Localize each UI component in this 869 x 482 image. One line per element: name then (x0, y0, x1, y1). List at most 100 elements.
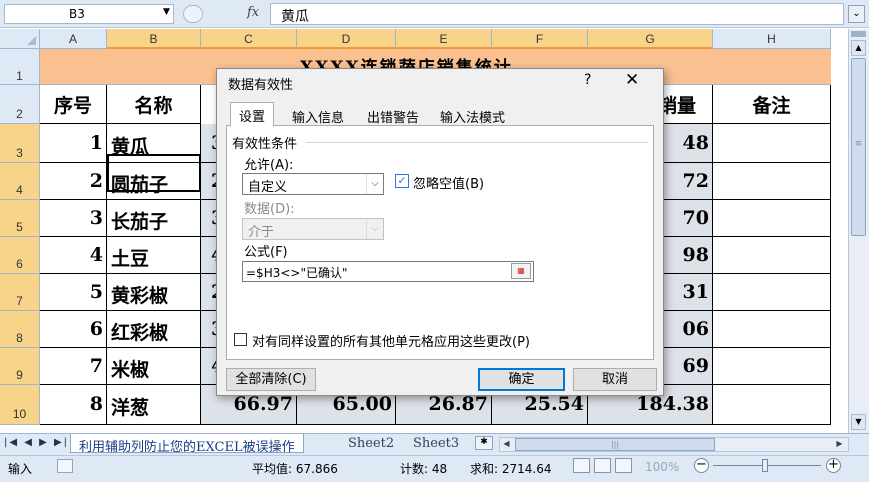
insert-sheet-icon[interactable]: ✱ (475, 436, 493, 450)
cell-notes[interactable] (713, 274, 831, 311)
cell-no[interactable]: 5 (40, 274, 107, 311)
cell-no[interactable]: 1 (40, 124, 107, 163)
name-box-dropdown-icon[interactable]: ▼ (163, 7, 170, 17)
column-header-b[interactable]: B (107, 29, 201, 49)
normal-view-icon[interactable] (573, 458, 590, 473)
cell-sales[interactable]: 31 (663, 274, 713, 311)
cell-sales[interactable]: 48 (663, 124, 713, 163)
row-header-8[interactable]: 8 (0, 311, 40, 348)
cell-notes[interactable] (713, 200, 831, 237)
cell-no[interactable]: 4 (40, 237, 107, 274)
tab-sheet3[interactable]: Sheet3 (405, 434, 467, 453)
header-cell-notes[interactable]: 备注 (713, 85, 831, 124)
cell-notes[interactable] (713, 311, 831, 348)
split-handle[interactable] (851, 31, 866, 37)
help-icon[interactable]: ? (584, 72, 591, 88)
close-icon[interactable]: ✕ (625, 70, 639, 90)
row-header-10[interactable]: 10 (0, 385, 40, 425)
column-header-d[interactable]: D (297, 29, 396, 49)
column-header-f[interactable]: F (492, 29, 588, 49)
cell-no[interactable]: 2 (40, 163, 107, 200)
cell-sales[interactable]: 72 (663, 163, 713, 200)
cell-sales[interactable]: 06 (663, 311, 713, 348)
dialog-title: 数据有效性 (228, 78, 294, 93)
tab-error-alert[interactable]: 出错警告 (359, 104, 427, 126)
tab-settings[interactable]: 设置 (230, 102, 275, 127)
chevron-down-icon[interactable]: ⌵ (366, 219, 383, 239)
cell-notes[interactable] (713, 163, 831, 200)
allow-select[interactable]: 自定义 ⌵ (242, 173, 384, 195)
cell-sales[interactable]: 70 (663, 200, 713, 237)
ignore-blank-checkbox[interactable]: ✓ (395, 174, 409, 188)
cell-name[interactable]: 黄彩椒 (107, 274, 201, 311)
group-divider (306, 142, 648, 143)
horizontal-scroll-thumb[interactable]: ||| (515, 438, 715, 451)
data-value: 介于 (248, 225, 275, 240)
apply-to-all-label[interactable]: 对有同样设置的所有其他单元格应用这些更改(P) (252, 331, 530, 350)
cell-no[interactable]: 6 (40, 311, 107, 348)
row-header-1[interactable]: 1 (0, 49, 40, 85)
tab-ime-mode[interactable]: 输入法模式 (432, 104, 513, 126)
row-header-6[interactable]: 6 (0, 237, 40, 274)
cell-name[interactable]: 土豆 (107, 237, 201, 274)
formula-input[interactable]: 黄瓜 (270, 3, 844, 25)
cell-notes[interactable] (713, 237, 831, 274)
cell-sales[interactable]: 69 (663, 348, 713, 385)
page-layout-view-icon[interactable] (594, 458, 611, 473)
column-header-h[interactable]: H (713, 29, 831, 49)
zoom-out-icon[interactable]: − (694, 458, 709, 473)
zoom-slider-knob[interactable] (762, 459, 768, 472)
zoom-in-icon[interactable]: + (826, 458, 841, 473)
data-select[interactable]: 介于 ⌵ (242, 218, 384, 240)
tab-sheet1[interactable]: 利用辅助列防止您的EXCEL被误操作 (70, 434, 304, 455)
scroll-down-icon[interactable]: ▼ (851, 414, 866, 430)
tab-sheet2[interactable]: Sheet2 (340, 434, 402, 453)
ok-button[interactable]: 确定 (478, 368, 565, 391)
name-box[interactable]: B3 (4, 4, 174, 24)
cell-no[interactable]: 3 (40, 200, 107, 237)
column-header-a[interactable]: A (40, 29, 107, 49)
scroll-up-icon[interactable]: ▲ (851, 40, 866, 56)
zoom-level[interactable]: 100% (645, 460, 679, 474)
scroll-right-icon[interactable]: ▶ (832, 437, 847, 452)
formula-bar-resize-handle[interactable] (183, 5, 203, 23)
ignore-blank-label[interactable]: 忽略空值(B) (413, 173, 484, 192)
column-header-c[interactable]: C (201, 29, 297, 49)
tab-navigation-arrows-icon[interactable]: |◀ ◀ ▶ ▶| (4, 437, 69, 448)
apply-to-all-checkbox[interactable] (234, 333, 247, 346)
row-header-5[interactable]: 5 (0, 200, 40, 237)
tab-input-message[interactable]: 输入信息 (284, 104, 352, 126)
row-header-3[interactable]: 3 (0, 124, 40, 163)
macro-record-icon[interactable] (57, 459, 73, 473)
header-cell-no[interactable]: 序号 (40, 85, 107, 124)
chevron-down-icon[interactable]: ⌵ (366, 174, 383, 194)
cell-sales[interactable]: 98 (663, 237, 713, 274)
column-header-e[interactable]: E (396, 29, 492, 49)
row-header-4[interactable]: 4 (0, 163, 40, 200)
row-header-2[interactable]: 2 (0, 85, 40, 124)
expand-formula-bar-icon[interactable]: ⌄ (848, 5, 865, 23)
insert-function-icon[interactable]: fx (247, 5, 259, 20)
cell-notes[interactable] (713, 124, 831, 163)
select-all-corner[interactable] (0, 29, 40, 49)
cell-name[interactable]: 洋葱 (107, 385, 201, 425)
cell-notes[interactable] (713, 385, 831, 425)
cell-no[interactable]: 8 (40, 385, 107, 425)
cell-notes[interactable] (713, 348, 831, 385)
scroll-left-icon[interactable]: ◀ (499, 437, 514, 452)
column-header-g[interactable]: G (588, 29, 713, 49)
cell-name[interactable]: 长茄子 (107, 200, 201, 237)
cell-name[interactable]: 米椒 (107, 348, 201, 385)
row-header-7[interactable]: 7 (0, 274, 40, 311)
status-mode: 输入 (8, 462, 33, 476)
header-cell-name[interactable]: 名称 (107, 85, 201, 124)
formula-field[interactable]: =$H3<>"已确认" (242, 261, 534, 282)
clear-all-button[interactable]: 全部清除(C) (226, 368, 316, 391)
row-header-9[interactable]: 9 (0, 348, 40, 385)
cell-no[interactable]: 7 (40, 348, 107, 385)
cancel-button[interactable]: 取消 (573, 368, 657, 391)
range-selector-icon[interactable]: ▦ (511, 263, 531, 279)
page-break-view-icon[interactable] (615, 458, 632, 473)
cell-name[interactable]: 红彩椒 (107, 311, 201, 348)
vertical-scroll-thumb[interactable]: ≡ (851, 58, 866, 236)
